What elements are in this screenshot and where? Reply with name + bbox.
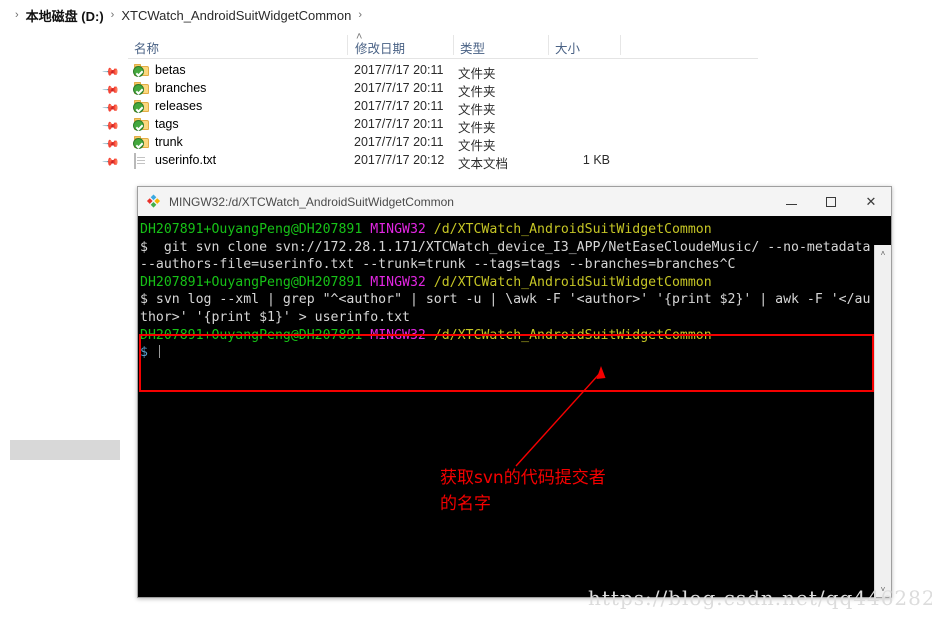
prompt-path: /d/XTCWatch_AndroidSuitWidgetCommon (433, 327, 712, 343)
prompt-shell: MINGW32 (370, 327, 426, 343)
pin-icon[interactable]: 📌 (102, 153, 120, 171)
window-title-bar[interactable]: MINGW32:/d/XTCWatch_AndroidSuitWidgetCom… (138, 187, 891, 217)
table-row[interactable]: 📌 releases 2017/7/17 20:11 文件夹 (0, 98, 932, 117)
terminal-command-highlighted: $ svn log --xml | grep "^<author" | sort… (140, 292, 871, 325)
breadcrumb-separator-2[interactable]: › (358, 9, 362, 21)
git-bash-icon (146, 194, 161, 209)
file-name[interactable]: releases (155, 99, 202, 113)
folder-svn-icon (133, 118, 149, 131)
column-divider-2[interactable] (548, 35, 549, 55)
file-date: 2017/7/17 20:11 (354, 135, 444, 149)
file-type: 文本文档 (458, 157, 509, 171)
close-button[interactable]: ✕ (851, 187, 891, 216)
file-date: 2017/7/17 20:11 (354, 117, 444, 131)
scroll-up-icon[interactable]: ˄ (875, 245, 891, 261)
file-name[interactable]: userinfo.txt (155, 153, 216, 167)
breadcrumb-separator-1: › (110, 9, 115, 21)
prompt-shell: MINGW32 (370, 222, 426, 237)
breadcrumb[interactable]: › 本地磁盘 (D:) › XTCWatch_AndroidSuitWidget… (0, 0, 932, 30)
table-row[interactable]: 📌 trunk 2017/7/17 20:11 文件夹 (0, 134, 932, 153)
window-title: MINGW32:/d/XTCWatch_AndroidSuitWidgetCom… (169, 194, 454, 209)
file-name[interactable]: betas (155, 63, 186, 77)
file-list: 📌 betas 2017/7/17 20:11 文件夹 📌 branches 2… (0, 62, 932, 171)
folder-svn-icon (133, 100, 149, 113)
file-list-header: ˄ 名称 修改日期 类型 大小 (128, 31, 758, 59)
prompt-user: DH207891+OuyangPeng@DH207891 (140, 327, 363, 343)
annotation-label: 获取svn的代码提交者 的名字 (440, 468, 606, 514)
file-date: 2017/7/17 20:11 (354, 63, 444, 77)
text-file-icon (134, 153, 149, 169)
pin-icon[interactable]: 📌 (102, 117, 120, 135)
file-date: 2017/7/17 20:11 (354, 81, 444, 95)
pin-icon[interactable]: 📌 (102, 81, 120, 99)
column-header-type[interactable]: 类型 (460, 38, 485, 57)
breadcrumb-separator-0: › (15, 9, 19, 21)
column-header-name[interactable]: 名称 (134, 38, 159, 57)
pin-icon[interactable]: 📌 (102, 135, 120, 153)
table-row[interactable]: 📌 tags 2017/7/17 20:11 文件夹 (0, 116, 932, 135)
table-row[interactable]: 📌 userinfo.txt 2017/7/17 20:12 文本文档 1 KB (0, 152, 932, 171)
watermark: https://blog.csdn.net/qq446282412 (588, 586, 932, 610)
window-controls: ✕ (771, 187, 891, 216)
folder-svn-icon (133, 64, 149, 77)
text-cursor (158, 345, 160, 359)
terminal-command: $ git svn clone svn://172.28.1.171/XTCWa… (140, 239, 871, 273)
git-bash-window: MINGW32:/d/XTCWatch_AndroidSuitWidgetCom… (137, 186, 892, 598)
breadcrumb-item-drive[interactable]: 本地磁盘 (D:) (26, 6, 104, 25)
maximize-button[interactable] (811, 187, 851, 216)
terminal-body[interactable]: DH207891+OuyangPeng@DH207891 MINGW32 /d/… (138, 216, 891, 597)
minimize-button[interactable] (771, 187, 811, 216)
pin-icon[interactable]: 📌 (102, 99, 120, 117)
pin-icon[interactable]: 📌 (102, 63, 120, 81)
column-divider-3[interactable] (620, 35, 621, 55)
column-divider-1[interactable] (453, 35, 454, 55)
file-date: 2017/7/17 20:12 (354, 153, 445, 167)
file-name[interactable]: tags (155, 117, 179, 131)
file-name[interactable]: trunk (155, 135, 183, 149)
folder-svn-icon (133, 136, 149, 149)
prompt-user: DH207891+OuyangPeng@DH207891 (140, 274, 363, 290)
file-date: 2017/7/17 20:11 (354, 99, 444, 113)
prompt-shell: MINGW32 (370, 274, 426, 290)
terminal-output: DH207891+OuyangPeng@DH207891 MINGW32 /d/… (140, 221, 873, 362)
folder-svn-icon (133, 82, 149, 95)
scrollbar-thumb[interactable] (876, 262, 890, 592)
breadcrumb-item-folder[interactable]: XTCWatch_AndroidSuitWidgetCommon (121, 8, 351, 23)
prompt-user: DH207891+OuyangPeng@DH207891 (140, 222, 363, 237)
prompt-path: /d/XTCWatch_AndroidSuitWidgetCommon (433, 222, 712, 237)
table-row[interactable]: 📌 branches 2017/7/17 20:11 文件夹 (0, 80, 932, 99)
column-header-date[interactable]: 修改日期 (355, 38, 405, 57)
selection-placeholder-block (10, 440, 120, 460)
terminal-scrollbar[interactable]: ˄ ˅ (874, 245, 891, 597)
file-name[interactable]: branches (155, 81, 206, 95)
file-size: 1 KB (582, 153, 610, 167)
column-divider-0[interactable] (347, 35, 348, 55)
terminal-prompt-symbol: $ (140, 345, 156, 361)
prompt-path: /d/XTCWatch_AndroidSuitWidgetCommon (433, 274, 712, 290)
column-header-size[interactable]: 大小 (555, 38, 580, 57)
table-row[interactable]: 📌 betas 2017/7/17 20:11 文件夹 (0, 62, 932, 81)
